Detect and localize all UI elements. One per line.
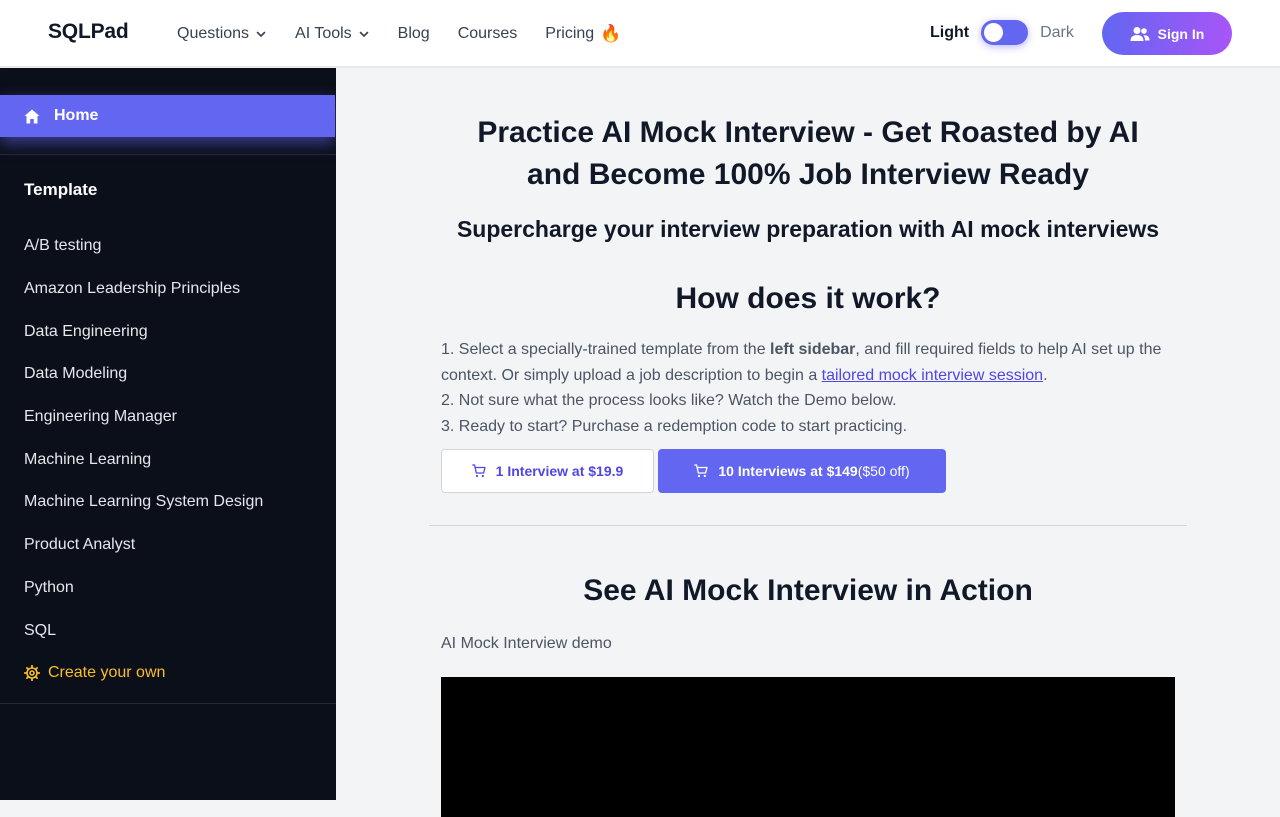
buy-one-interview-button[interactable]: 1 Interview at $19.9 — [441, 449, 654, 493]
main-content: Practice AI Mock Interview - Get Roasted… — [336, 68, 1280, 817]
brand-logo[interactable]: SQLPad — [48, 20, 129, 44]
home-icon — [24, 109, 40, 123]
sidebar-divider — [0, 154, 336, 155]
page-title-line1: Practice AI Mock Interview - Get Roasted… — [477, 116, 1139, 149]
nav-questions[interactable]: Questions — [177, 25, 267, 43]
create-your-own-label: Create your own — [48, 664, 166, 682]
how-it-works-heading: How does it work? — [675, 282, 941, 315]
section-divider — [429, 525, 1187, 526]
step-1-bold: left sidebar — [770, 341, 856, 358]
step-3: 3. Ready to start? Purchase a redemption… — [441, 418, 908, 436]
buy-ten-label: 10 Interviews at $149($50 off) — [718, 463, 909, 479]
cart-icon — [471, 464, 486, 478]
nav-pricing[interactable]: Pricing 🔥 — [545, 24, 621, 44]
steps-list: 1. Select a specially-trained template f… — [441, 337, 1175, 440]
page-title: Practice AI Mock Interview - Get Roasted… — [441, 112, 1175, 196]
demo-label: AI Mock Interview demo — [441, 635, 612, 652]
step-2: 2. Not sure what the process looks like?… — [441, 392, 897, 410]
demo-heading: See AI Mock Interview in Action — [583, 574, 1033, 607]
cart-icon — [694, 464, 709, 478]
top-header: SQLPad Questions AI Tools Blog Courses P… — [0, 0, 1280, 67]
page-subtitle: Supercharge your interview preparation w… — [456, 216, 1160, 242]
toggle-knob — [984, 23, 1004, 42]
sidebar-item-sql[interactable]: SQL — [24, 609, 263, 652]
nav-pricing-label: Pricing — [545, 24, 595, 42]
chevron-down-icon — [256, 31, 266, 37]
tailored-session-link[interactable]: tailored mock interview session — [822, 367, 1043, 384]
theme-light-label: Light — [930, 23, 970, 41]
page-title-line2: and Become 100% Job Interview Ready — [527, 158, 1089, 191]
demo-video-player[interactable] — [441, 677, 1175, 817]
step-1-text-a: 1. Select a specially-trained template f… — [441, 341, 771, 358]
sidebar-item-data-modeling[interactable]: Data Modeling — [24, 353, 263, 396]
sidebar-item-engineering-manager[interactable]: Engineering Manager — [24, 396, 263, 439]
buy-ten-price: $149 — [826, 463, 858, 479]
sign-in-button[interactable]: Sign In — [1102, 12, 1232, 55]
nav-questions-label: Questions — [177, 24, 250, 42]
sidebar-item-ab-testing[interactable]: A/B testing — [24, 225, 263, 268]
sidebar-item-home-label: Home — [54, 107, 99, 124]
nav-blog[interactable]: Blog — [398, 25, 430, 43]
sign-in-label: Sign In — [1157, 25, 1205, 42]
sidebar-item-ml-system-design[interactable]: Machine Learning System Design — [24, 481, 263, 524]
sidebar-item-product-analyst[interactable]: Product Analyst — [24, 524, 263, 567]
nav-courses[interactable]: Courses — [458, 25, 518, 43]
theme-switcher: Light Dark — [930, 20, 1074, 45]
sidebar-item-machine-learning[interactable]: Machine Learning — [24, 438, 263, 481]
step-1: 1. Select a specially-trained template f… — [441, 337, 1175, 388]
users-icon — [1130, 26, 1150, 41]
step-1-text-c: . — [1043, 366, 1048, 384]
nav-ai-tools-label: AI Tools — [295, 24, 352, 42]
main-nav: Questions AI Tools Blog Courses Pricing … — [177, 0, 621, 67]
nav-courses-label: Courses — [457, 24, 518, 42]
gear-icon — [24, 665, 40, 682]
sidebar-item-python[interactable]: Python — [24, 567, 263, 610]
sidebar: Home Template A/B testing Amazon Leaders… — [0, 68, 336, 800]
theme-toggle[interactable] — [981, 20, 1029, 45]
theme-dark-label: Dark — [1040, 23, 1074, 41]
nav-ai-tools[interactable]: AI Tools — [295, 25, 370, 43]
buy-ten-text: 10 Interviews at — [718, 463, 827, 479]
sidebar-item-home[interactable]: Home — [0, 95, 335, 137]
nav-blog-label: Blog — [397, 24, 430, 42]
buy-ten-discount: ($50 off) — [857, 463, 910, 479]
buy-ten-interviews-button[interactable]: 10 Interviews at $149($50 off) — [658, 449, 946, 493]
buy-one-label: 1 Interview at $19.9 — [495, 463, 624, 479]
chevron-down-icon — [359, 31, 368, 37]
template-heading: Template — [24, 180, 98, 199]
sidebar-item-create-your-own[interactable]: Create your own — [24, 652, 263, 695]
sidebar-divider — [0, 703, 336, 704]
template-list: A/B testing Amazon Leadership Principles… — [24, 225, 263, 695]
sidebar-item-amazon-leadership[interactable]: Amazon Leadership Principles — [24, 268, 263, 311]
sidebar-item-data-engineering[interactable]: Data Engineering — [24, 310, 263, 353]
fire-icon: 🔥 — [600, 23, 622, 43]
